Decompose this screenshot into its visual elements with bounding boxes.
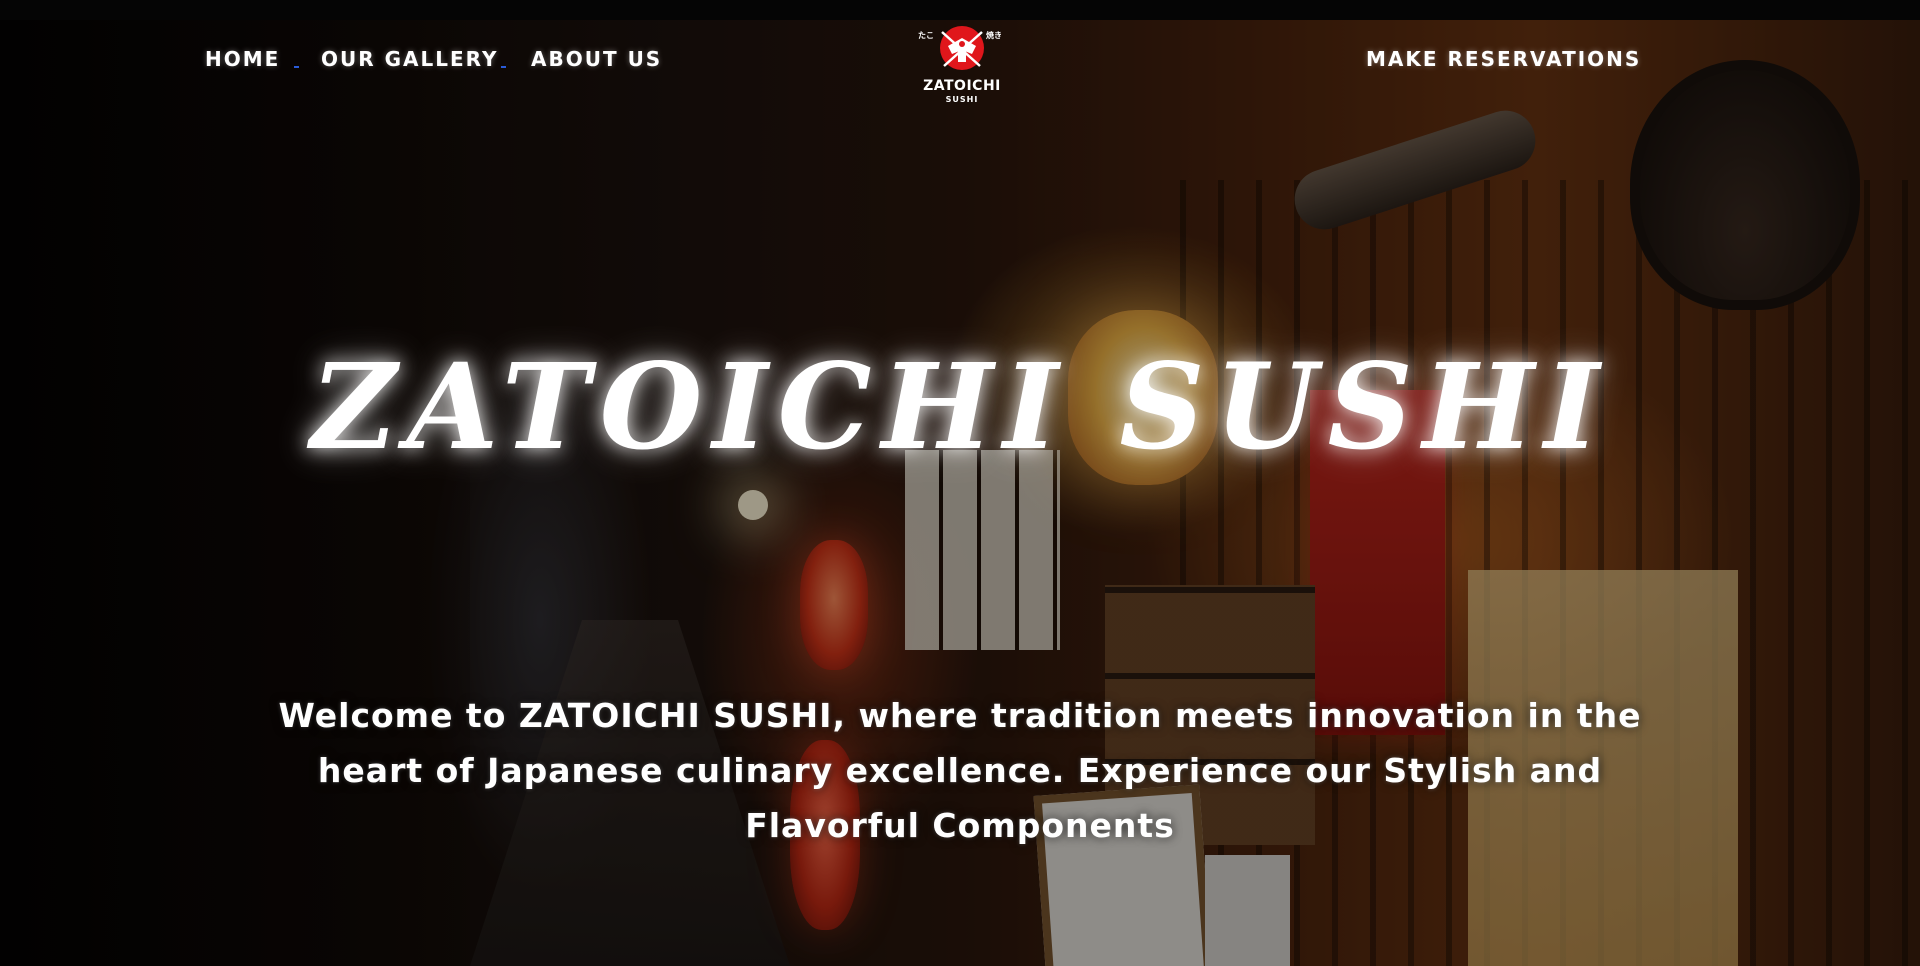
nav-gallery-link[interactable]: OUR GALLERY	[321, 47, 498, 71]
make-reservations-link[interactable]: MAKE RESERVATIONS	[1366, 47, 1641, 71]
logo-name: ZATOICHI	[923, 78, 1001, 94]
top-strip	[0, 0, 1920, 20]
nav-separator	[294, 66, 299, 68]
nav-separator	[501, 66, 506, 68]
logo-sub: SUSHI	[945, 95, 979, 104]
brand-logo[interactable]: たこ 焼き ZATOICHI SUSHI	[918, 24, 1002, 108]
hero-tagline: Welcome to ZATOICHI SUSHI, where traditi…	[278, 696, 1642, 845]
nav-home-link[interactable]: HOME	[205, 47, 280, 71]
main-nav: HOME OUR GALLERY ABOUT US たこ 焼き ZATOICHI…	[0, 20, 1920, 110]
logo-right-mark: 焼き	[986, 31, 1002, 40]
hero-title: ZATOICHI SUSHI	[310, 337, 1610, 477]
logo-left-mark: たこ	[918, 31, 934, 40]
nav-about-link[interactable]: ABOUT US	[531, 47, 662, 71]
